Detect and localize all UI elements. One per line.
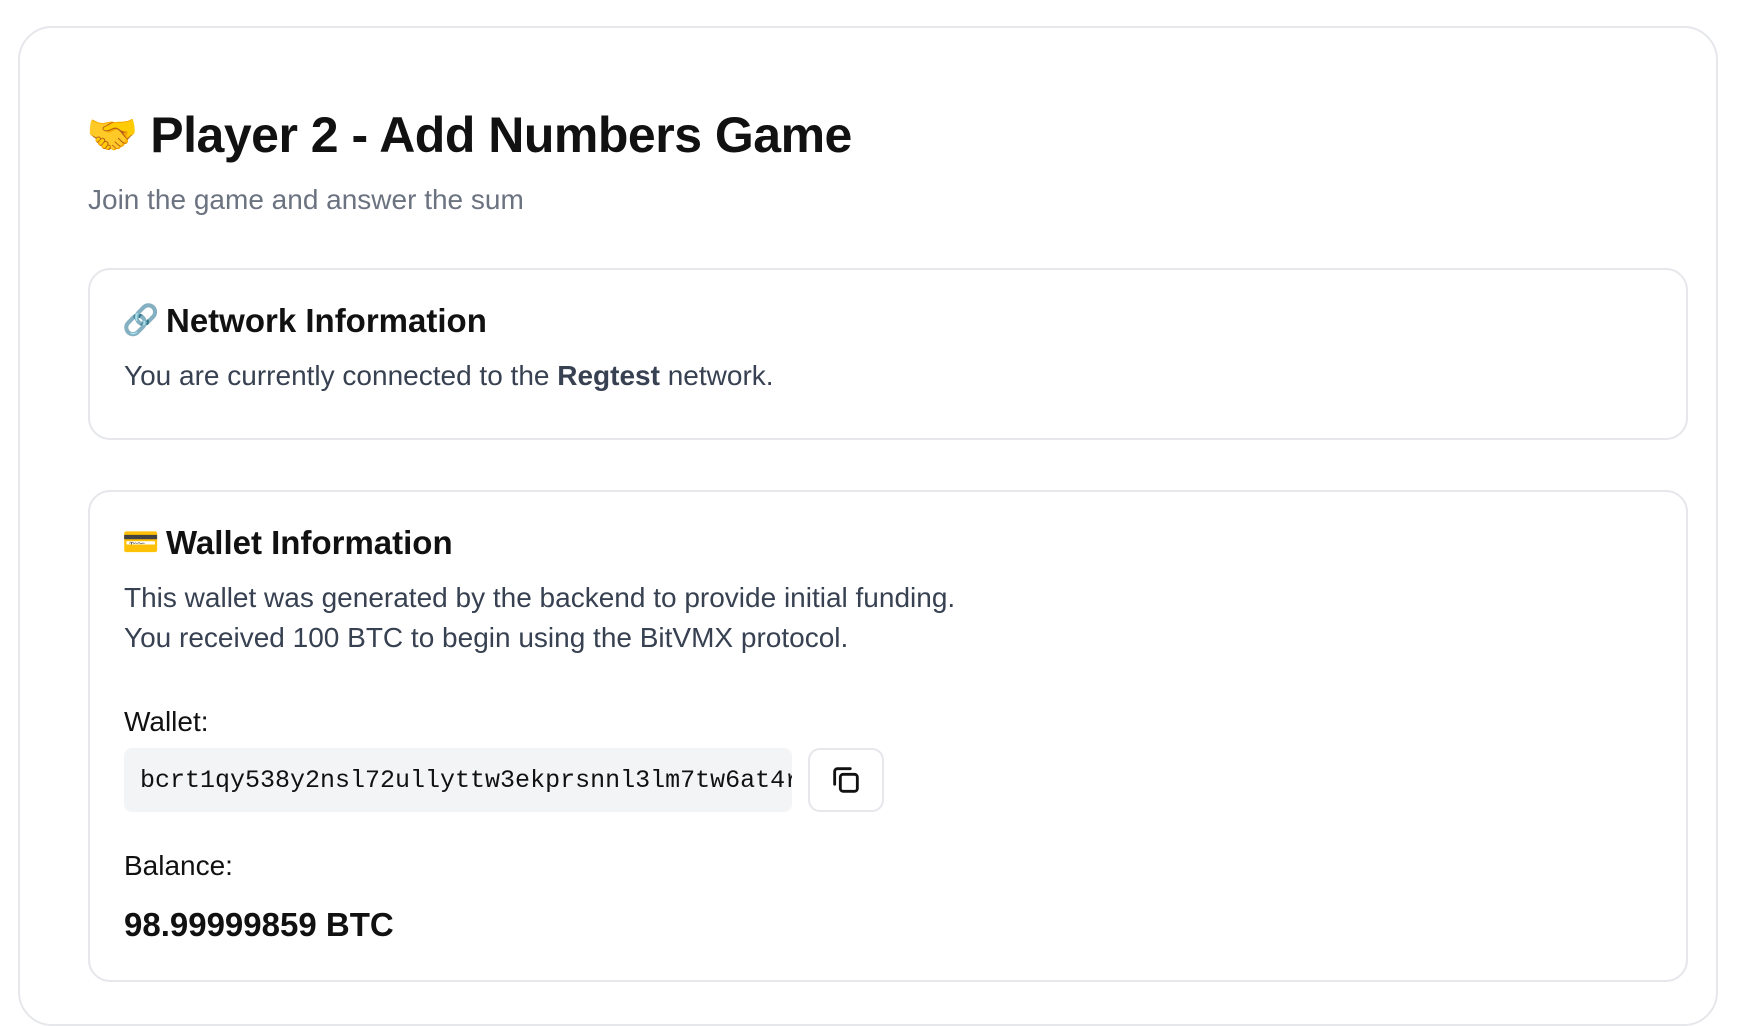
wallet-description-line-2: You received 100 BTC to begin using the …: [124, 622, 849, 653]
wallet-address[interactable]: bcrt1qy538y2nsl72ullyttw3ekprsnnl3lm7tw6…: [124, 748, 792, 812]
handshake-icon: 🤝: [86, 111, 139, 158]
page-title: Player 2 - Add Numbers Game: [150, 107, 852, 163]
wallet-description: This wallet was generated by the backend…: [124, 578, 955, 658]
wallet-description-line-1: This wallet was generated by the backend…: [124, 582, 956, 613]
network-name: Regtest: [557, 360, 660, 391]
network-section-title: Network Information: [166, 302, 487, 339]
copy-address-button[interactable]: [808, 748, 884, 812]
credit-card-icon: 💳: [122, 526, 160, 559]
wallet-section-title: Wallet Information: [166, 524, 453, 561]
wallet-label: Wallet:: [124, 706, 209, 737]
network-information-card: 🔗 Network Information You are currently …: [88, 268, 1688, 440]
network-status-text: You are currently connected to the Regte…: [124, 356, 774, 396]
balance-label: Balance:: [124, 850, 233, 881]
wallet-information-card: 💳 Wallet Information This wallet was gen…: [88, 490, 1688, 982]
page-header: 🤝 Player 2 - Add Numbers Game: [86, 106, 852, 164]
wallet-section-header: 💳 Wallet Information: [122, 524, 453, 562]
network-text-before: You are currently connected to the: [124, 360, 558, 391]
link-icon: 🔗: [122, 304, 160, 337]
balance-value: 98.99999859 BTC: [124, 906, 394, 943]
network-text-after: network.: [659, 360, 774, 391]
game-card: 🤝 Player 2 - Add Numbers Game Join the g…: [18, 26, 1718, 1026]
network-section-header: 🔗 Network Information: [122, 302, 487, 340]
page-subtitle: Join the game and answer the sum: [88, 184, 524, 215]
copy-icon: [833, 767, 859, 793]
